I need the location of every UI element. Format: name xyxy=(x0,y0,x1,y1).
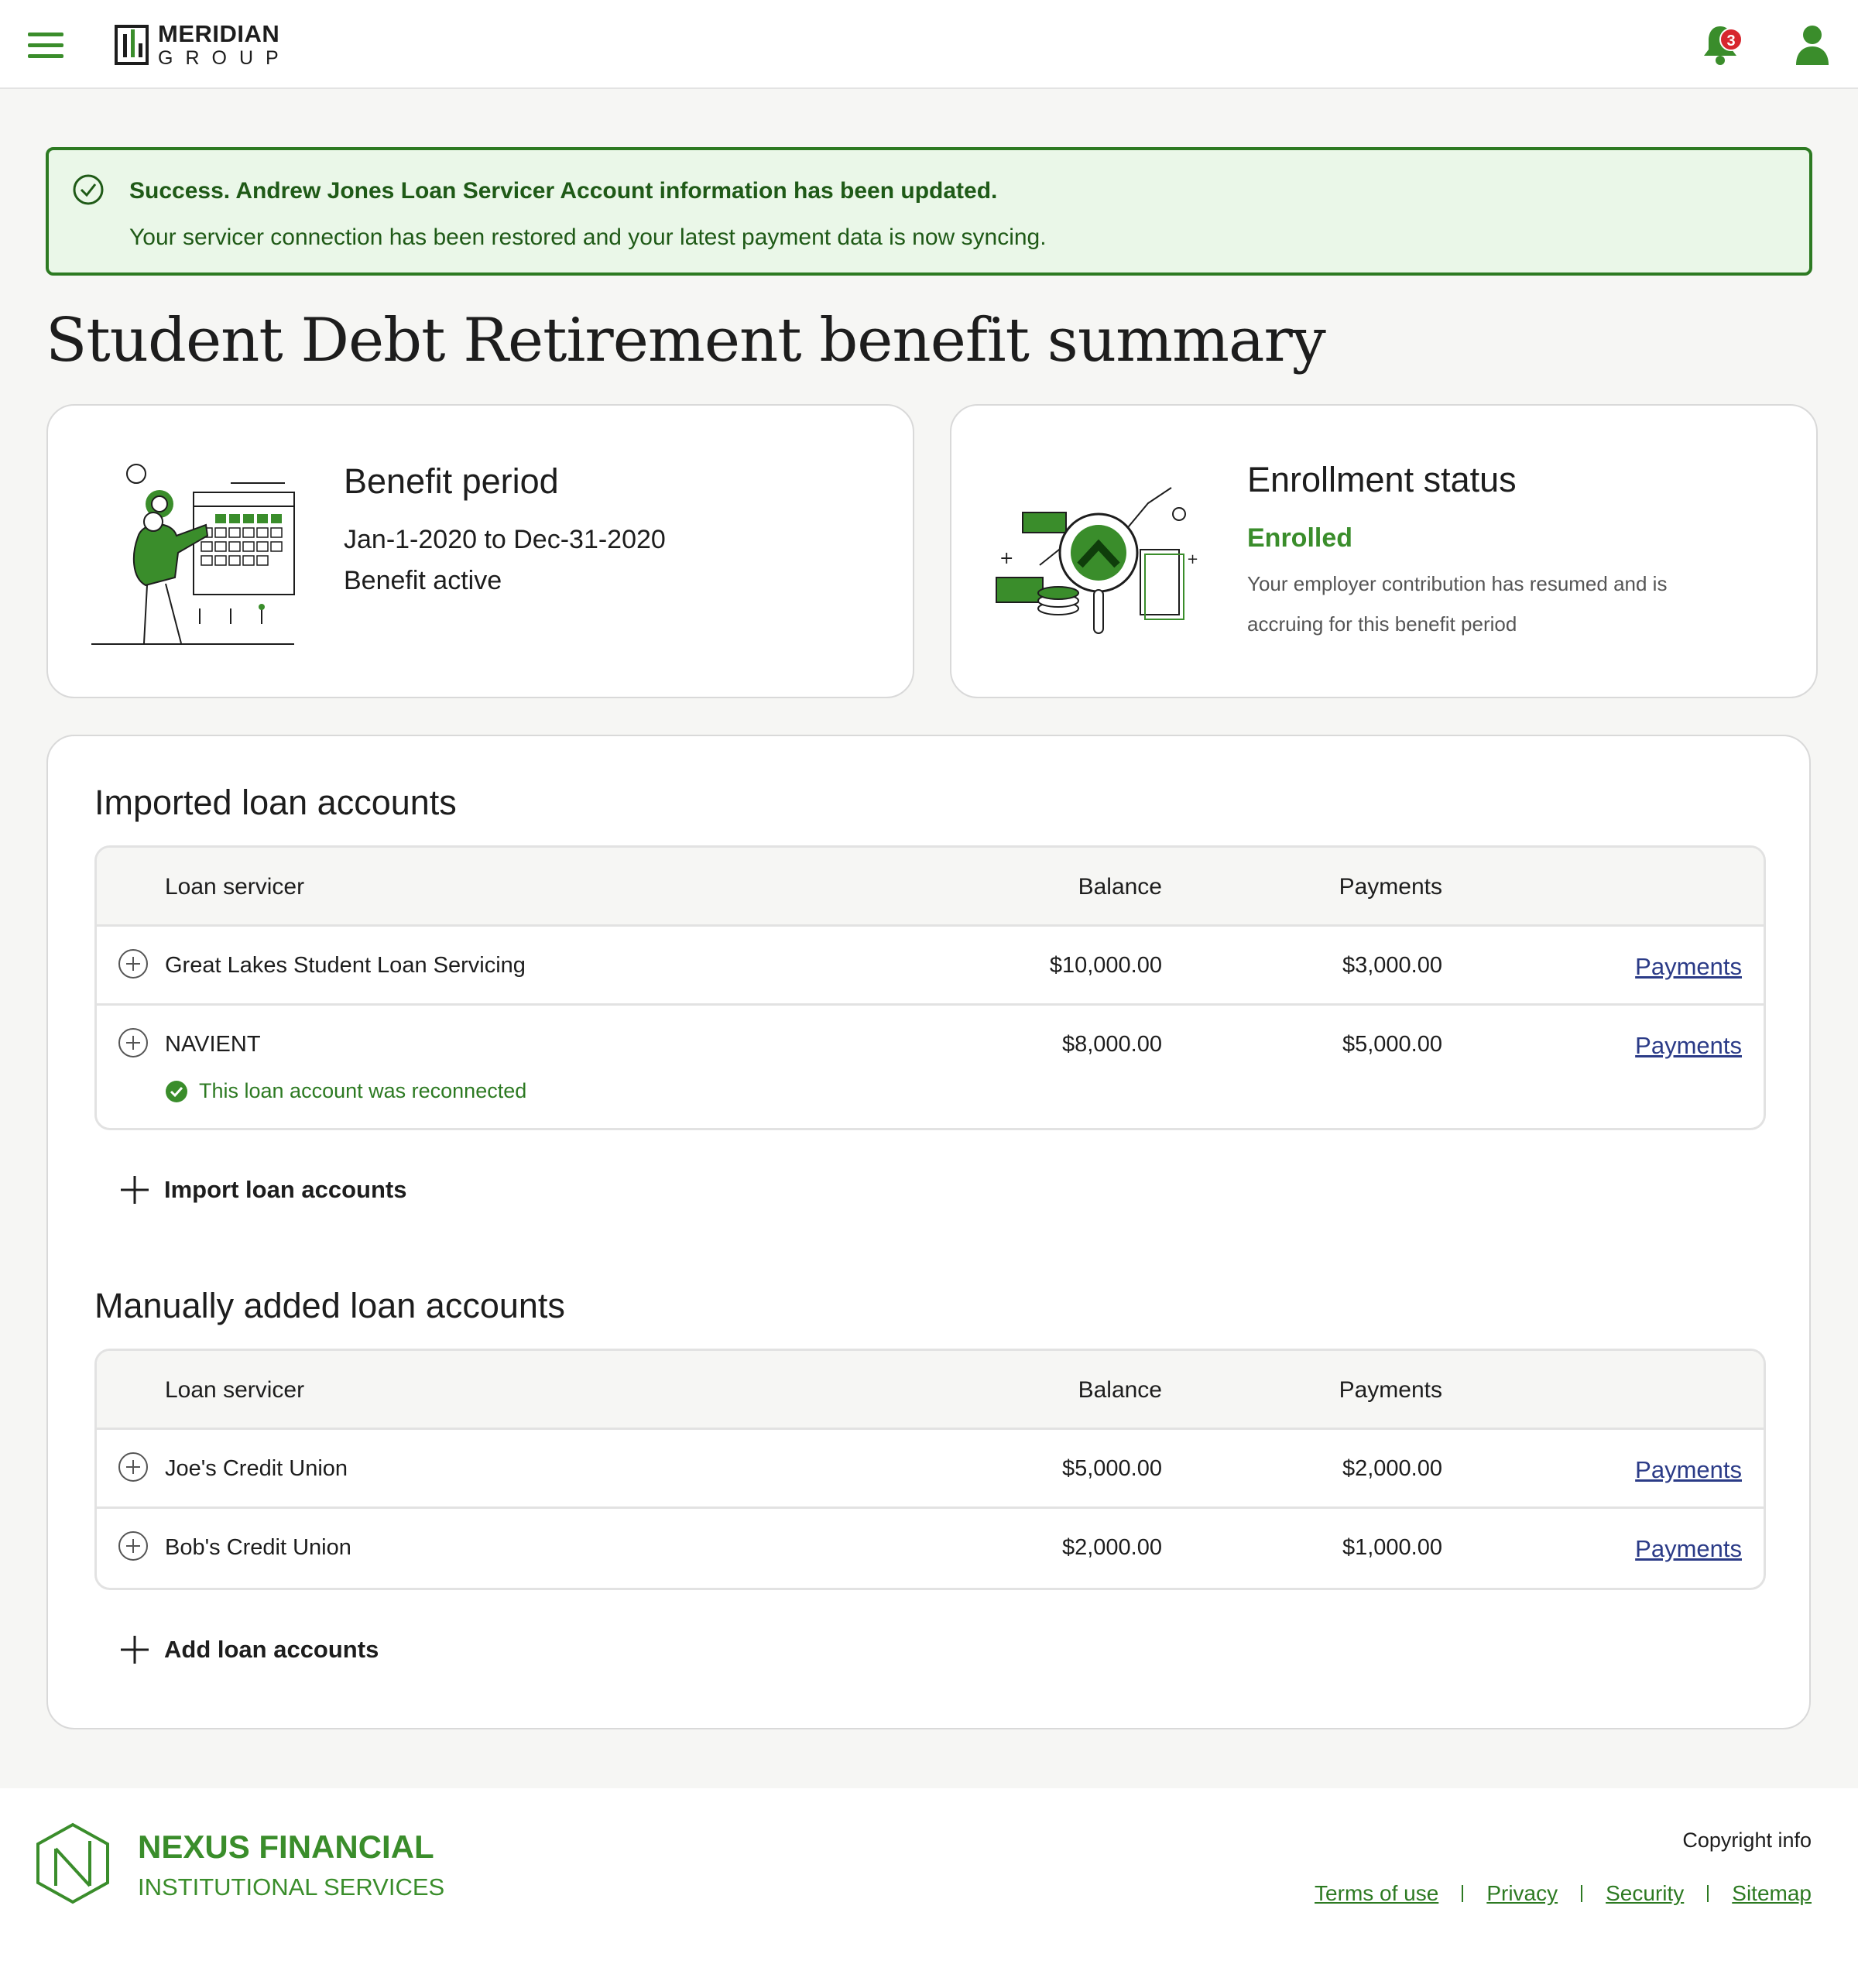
benefit-status-text: Benefit active xyxy=(344,566,502,595)
footer: NEXUS FINANCIAL INSTITUTIONAL SERVICES C… xyxy=(0,1788,1858,1988)
user-icon[interactable] xyxy=(1795,23,1830,67)
link-separator xyxy=(1581,1885,1583,1902)
loan-balance: $10,000.00 xyxy=(1049,953,1162,978)
table-row: Great Lakes Student Loan Servicing $10,0… xyxy=(97,927,1764,1006)
svg-text:+: + xyxy=(1187,551,1198,567)
expand-plus-icon[interactable] xyxy=(118,948,149,979)
loan-balance: $8,000.00 xyxy=(1061,1032,1162,1057)
payments-link[interactable]: Payments xyxy=(1635,1535,1742,1563)
column-header-servicer: Loan servicer xyxy=(165,1377,305,1403)
enrollment-status-value: Enrolled xyxy=(1247,523,1353,553)
plus-icon xyxy=(121,1176,149,1204)
alert-message: Your servicer connection has been restor… xyxy=(129,225,1047,250)
footer-brand-name: NEXUS FINANCIAL xyxy=(138,1829,434,1865)
check-circle-filled-icon xyxy=(166,1080,187,1102)
meridian-logo[interactable]: MERIDIAN GROUP xyxy=(115,22,291,68)
check-circle-icon xyxy=(73,174,104,205)
terms-of-use-link[interactable]: Terms of use xyxy=(1315,1881,1438,1906)
link-separator xyxy=(1707,1885,1709,1902)
manual-loans-table: Loan servicer Balance Payments Joe's Cre… xyxy=(94,1349,1766,1590)
imported-section-title: Imported loan accounts xyxy=(94,783,457,822)
loan-payments: $2,000.00 xyxy=(1342,1456,1442,1481)
add-loan-accounts-button[interactable]: Add loan accounts xyxy=(119,1634,379,1665)
svg-text:+: + xyxy=(999,549,1013,568)
payments-link[interactable]: Payments xyxy=(1635,1456,1742,1484)
success-alert: Success. Andrew Jones Loan Servicer Acco… xyxy=(46,147,1812,276)
manual-section-title: Manually added loan accounts xyxy=(94,1286,565,1325)
loan-servicer-name: Joe's Credit Union xyxy=(165,1456,348,1481)
reconnected-text: This loan account was reconnected xyxy=(199,1079,527,1102)
page-title: Student Debt Retirement benefit summary xyxy=(46,306,1326,375)
payments-link[interactable]: Payments xyxy=(1635,953,1742,981)
reconnected-notice: This loan account was reconnected xyxy=(165,1079,526,1103)
alert-title: Success. Andrew Jones Loan Servicer Acco… xyxy=(129,178,998,204)
expand-plus-icon[interactable] xyxy=(118,1452,149,1482)
table-row: Bob's Credit Union $2,000.00 $1,000.00 P… xyxy=(97,1509,1764,1588)
notification-count-badge: 3 xyxy=(1719,28,1743,51)
expand-plus-icon[interactable] xyxy=(118,1027,149,1058)
footer-links: Terms of use Privacy Security Sitemap xyxy=(1315,1881,1812,1906)
loan-balance: $2,000.00 xyxy=(1061,1535,1162,1560)
link-separator xyxy=(1462,1885,1464,1902)
sitemap-link[interactable]: Sitemap xyxy=(1732,1881,1812,1906)
copyright-text: Copyright info xyxy=(1682,1829,1812,1852)
loan-balance: $5,000.00 xyxy=(1061,1456,1162,1481)
privacy-link[interactable]: Privacy xyxy=(1486,1881,1558,1906)
benefit-period-title: Benefit period xyxy=(344,461,559,501)
column-header-payments: Payments xyxy=(1339,1377,1442,1403)
add-loan-accounts-label: Add loan accounts xyxy=(164,1636,379,1663)
column-header-balance: Balance xyxy=(1078,874,1162,900)
loan-servicer-name: Great Lakes Student Loan Servicing xyxy=(165,953,526,978)
table-header: Loan servicer Balance Payments xyxy=(97,848,1764,927)
logo-line-2: GROUP xyxy=(158,47,291,69)
nexus-logo-icon xyxy=(36,1822,109,1904)
column-header-payments: Payments xyxy=(1339,874,1442,900)
enrollment-status-title: Enrollment status xyxy=(1247,460,1517,499)
table-header: Loan servicer Balance Payments xyxy=(97,1351,1764,1430)
hamburger-menu-icon[interactable] xyxy=(28,33,63,59)
loan-payments: $5,000.00 xyxy=(1342,1032,1442,1057)
table-row: Joe's Credit Union $5,000.00 $2,000.00 P… xyxy=(97,1430,1764,1509)
benefit-period-dates: Jan-1-2020 to Dec-31-2020 xyxy=(344,525,666,554)
import-loan-accounts-button[interactable]: Import loan accounts xyxy=(119,1174,406,1205)
loan-servicer-name: NAVIENT xyxy=(165,1032,261,1057)
table-row: NAVIENT $8,000.00 $5,000.00 Payments Thi… xyxy=(97,1006,1764,1128)
import-loan-accounts-label: Import loan accounts xyxy=(164,1176,407,1203)
loan-accounts-card: Imported loan accounts Loan servicer Bal… xyxy=(46,735,1811,1729)
column-header-balance: Balance xyxy=(1078,1377,1162,1403)
calendar-person-illustration xyxy=(91,464,295,645)
column-header-servicer: Loan servicer xyxy=(165,874,305,900)
top-navigation-bar: MERIDIAN GROUP 3 xyxy=(0,0,1858,89)
loan-payments: $3,000.00 xyxy=(1342,953,1442,978)
meridian-logo-mark xyxy=(115,25,149,65)
imported-loans-table: Loan servicer Balance Payments Great Lak… xyxy=(94,845,1766,1130)
loan-servicer-name: Bob's Credit Union xyxy=(165,1535,351,1560)
finance-magnifier-illustration: + + xyxy=(996,487,1198,634)
security-link[interactable]: Security xyxy=(1606,1881,1684,1906)
payments-link[interactable]: Payments xyxy=(1635,1032,1742,1060)
footer-brand-subtitle: INSTITUTIONAL SERVICES xyxy=(138,1873,445,1901)
plus-icon xyxy=(121,1636,149,1664)
loan-payments: $1,000.00 xyxy=(1342,1535,1442,1560)
expand-plus-icon[interactable] xyxy=(118,1530,149,1561)
enrollment-status-card: + + Enrollment status Enrolled Your empl… xyxy=(950,404,1818,698)
logo-line-1: MERIDIAN xyxy=(158,20,280,47)
enrollment-description: Your employer contribution has resumed a… xyxy=(1247,572,1668,636)
benefit-period-card: Benefit period Jan-1-2020 to Dec-31-2020… xyxy=(46,404,914,698)
